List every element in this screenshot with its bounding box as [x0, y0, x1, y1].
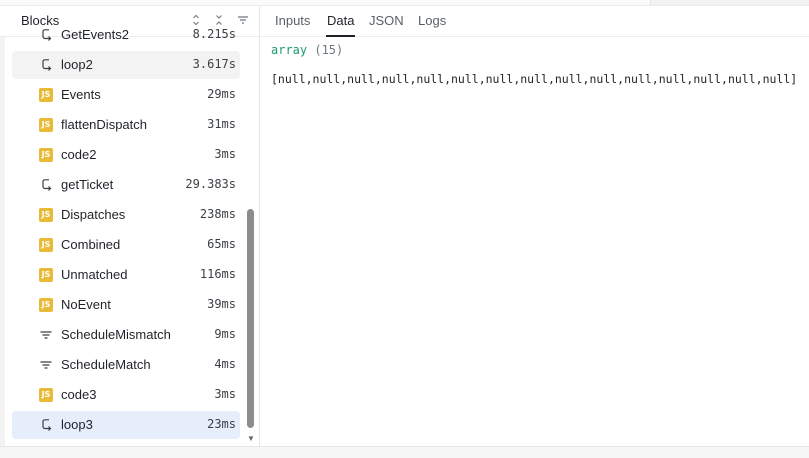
block-duration: 4ms	[214, 357, 236, 371]
block-row-loop2[interactable]: loop2 3.617s	[12, 51, 240, 79]
block-name: code3	[61, 387, 97, 402]
block-name: loop3	[61, 417, 93, 432]
panel-rail	[0, 37, 5, 446]
block-name: NoEvent	[61, 297, 111, 312]
detail-panel: Inputs Data JSON Logs array (15) [null,n…	[260, 6, 809, 446]
js-icon: JS	[39, 148, 53, 162]
block-row-Unmatched[interactable]: JS Unmatched 116ms	[12, 261, 240, 289]
block-duration: 3.617s	[192, 57, 236, 71]
tab-inputs[interactable]: Inputs	[275, 13, 310, 28]
block-duration: 116ms	[199, 267, 236, 281]
block-duration: 29ms	[207, 87, 236, 101]
blocks-scrollbar[interactable]: ▼	[245, 37, 257, 446]
js-icon: JS	[39, 118, 53, 132]
block-row-ScheduleMismatch[interactable]: ScheduleMismatch 9ms	[12, 321, 240, 349]
detail-tabs: Inputs Data JSON Logs	[260, 6, 809, 37]
block-name: Unmatched	[61, 267, 128, 282]
data-value: [null,null,null,null,null,null,null,null…	[271, 72, 798, 86]
js-icon: JS	[39, 88, 53, 102]
top-strip-segment	[650, 0, 809, 5]
block-row-flattenDispatch[interactable]: JS flattenDispatch 31ms	[12, 111, 240, 139]
block-name: GetEvents2	[61, 27, 129, 42]
tab-logs[interactable]: Logs	[418, 13, 446, 28]
block-duration: 23ms	[207, 417, 236, 431]
loop-icon	[39, 418, 53, 432]
js-icon: JS	[39, 208, 53, 222]
bottom-strip	[0, 446, 809, 458]
block-duration: 8.215s	[192, 27, 236, 41]
data-type: array	[271, 43, 308, 57]
loop-icon	[39, 58, 53, 72]
data-summary: array (15)	[271, 43, 343, 57]
block-duration: 3ms	[214, 147, 236, 161]
block-row-code3[interactable]: JS code3 3ms	[12, 381, 240, 409]
block-name: flattenDispatch	[61, 117, 147, 132]
block-name: Events	[61, 87, 101, 102]
block-row-loop3[interactable]: loop3 23ms	[12, 411, 240, 439]
js-icon: JS	[39, 238, 53, 252]
block-row-code2[interactable]: JS code2 3ms	[12, 141, 240, 169]
block-name: ScheduleMismatch	[61, 327, 171, 342]
block-row-GetEvents2[interactable]: GetEvents2 8.215s	[12, 21, 240, 49]
loop-icon	[39, 28, 53, 42]
block-row-Combined[interactable]: JS Combined 65ms	[12, 231, 240, 259]
scroll-thumb[interactable]	[247, 209, 254, 428]
block-duration: 65ms	[207, 237, 236, 251]
block-duration: 39ms	[207, 297, 236, 311]
block-name: Combined	[61, 237, 121, 252]
block-name: code2	[61, 147, 97, 162]
tab-json[interactable]: JSON	[369, 13, 404, 28]
tab-data[interactable]: Data	[327, 13, 354, 28]
block-duration: 9ms	[214, 327, 236, 341]
data-length: (15)	[314, 43, 344, 57]
block-row-NoEvent[interactable]: JS NoEvent 39ms	[12, 291, 240, 319]
block-duration: 238ms	[199, 207, 236, 221]
block-row-Events[interactable]: JS Events 29ms	[12, 81, 240, 109]
scroll-down-arrow-icon[interactable]: ▼	[246, 435, 256, 443]
filter-icon	[39, 328, 53, 342]
block-row-Dispatches[interactable]: JS Dispatches 238ms	[12, 201, 240, 229]
block-row-getTicket[interactable]: getTicket 29.383s	[12, 171, 240, 199]
filter-icon	[39, 358, 53, 372]
block-duration: 29.383s	[185, 177, 236, 191]
block-duration: 3ms	[214, 387, 236, 401]
block-duration: 31ms	[207, 117, 236, 131]
loop-icon	[39, 178, 53, 192]
block-row-ScheduleMatch[interactable]: ScheduleMatch 4ms	[12, 351, 240, 379]
scroll-up-arrow-icon[interactable]	[246, 37, 256, 45]
block-name: Dispatches	[61, 207, 126, 222]
active-tab-indicator	[326, 35, 355, 37]
js-icon: JS	[39, 268, 53, 282]
js-icon: JS	[39, 388, 53, 402]
block-name: getTicket	[61, 177, 114, 192]
block-name: loop2	[61, 57, 93, 72]
js-icon: JS	[39, 298, 53, 312]
blocks-panel: Blocks GetEvents2 8.215s loop2 3.617s JS Even…	[0, 6, 260, 446]
block-name: ScheduleMatch	[61, 357, 151, 372]
